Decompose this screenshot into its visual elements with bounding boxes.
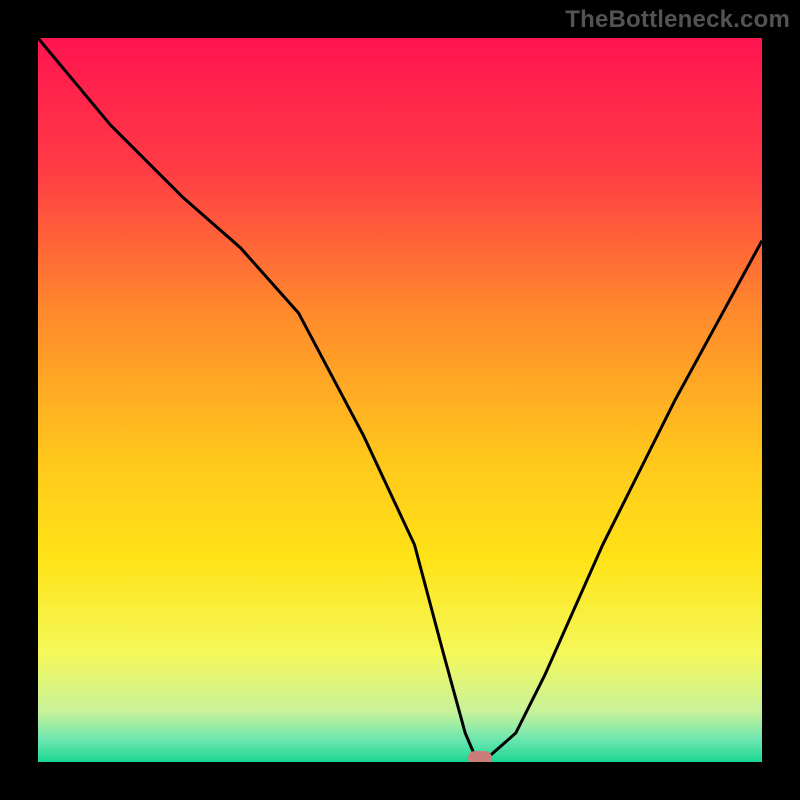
chart-background <box>38 38 762 762</box>
plot-area <box>38 38 762 762</box>
watermark-text: TheBottleneck.com <box>565 6 790 34</box>
bottleneck-chart: TheBottleneck.com <box>0 0 800 800</box>
chart-svg <box>38 38 762 762</box>
optimal-point-marker <box>468 751 492 762</box>
